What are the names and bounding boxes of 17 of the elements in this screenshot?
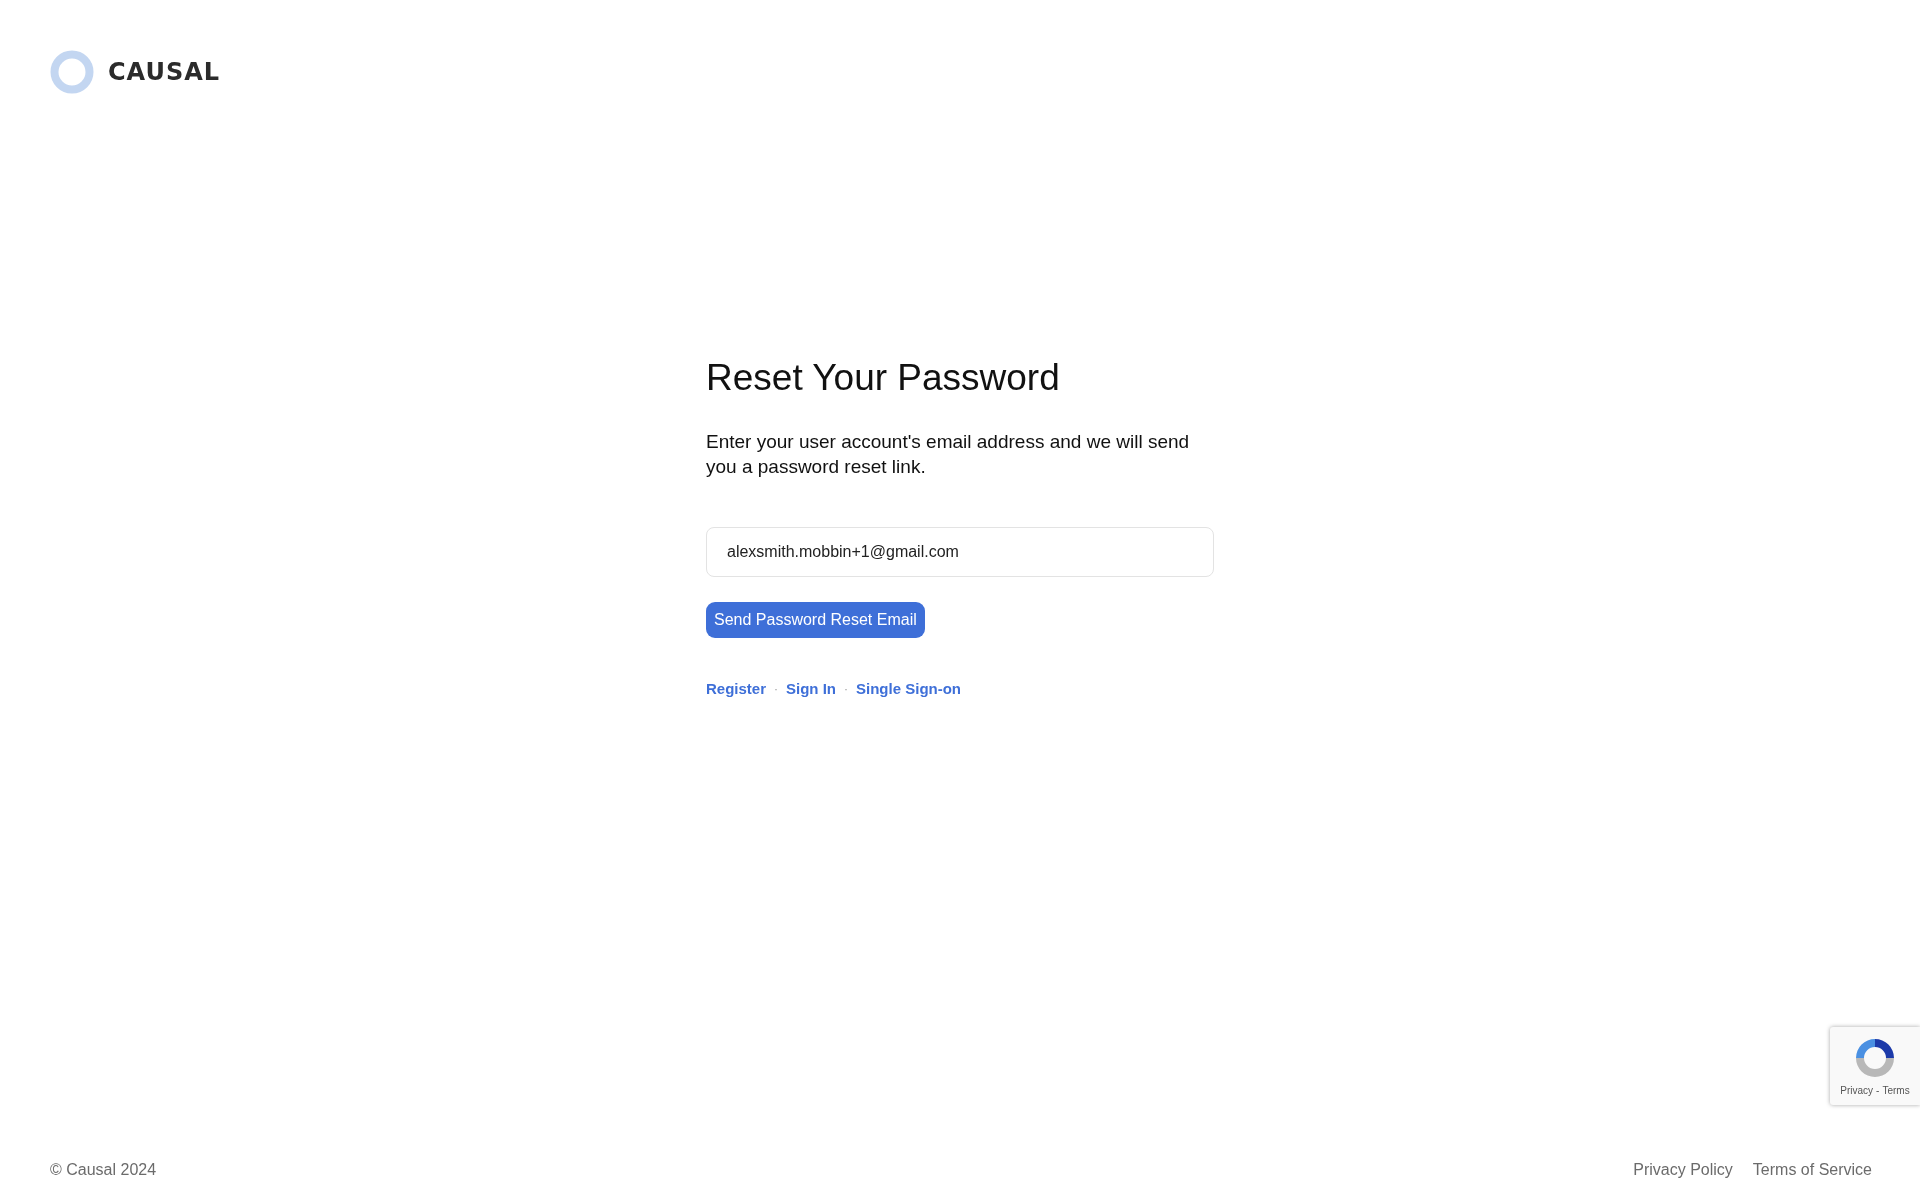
copyright: © Causal 2024: [50, 1160, 157, 1180]
nav-link[interactable]: Sign In: [786, 677, 837, 701]
separator: -: [1876, 1084, 1880, 1098]
separator-dot: ·: [844, 681, 849, 698]
description: Enter your user account's email address and we will send you a password reset link.: [706, 430, 1191, 480]
recaptcha-link[interactable]: Privacy: [1840, 1083, 1874, 1098]
email-field[interactable]: alexsmith.mobbin+1@gmail.com: [706, 526, 1214, 577]
footer-link[interactable]: Privacy Policy: [1633, 1158, 1733, 1182]
send-reset-button[interactable]: Send Password Reset Email: [706, 601, 925, 638]
page-title: Reset Your Password: [706, 356, 1061, 400]
logo-icon: [50, 50, 94, 94]
recaptcha-link[interactable]: Terms: [1882, 1083, 1910, 1098]
nav-link[interactable]: Register: [706, 677, 767, 701]
nav-link[interactable]: Single Sign-on: [856, 677, 962, 701]
separator-dot: ·: [774, 681, 779, 698]
logo-text: CAUSAL: [108, 57, 221, 88]
footer-link[interactable]: Terms of Service: [1752, 1158, 1872, 1182]
